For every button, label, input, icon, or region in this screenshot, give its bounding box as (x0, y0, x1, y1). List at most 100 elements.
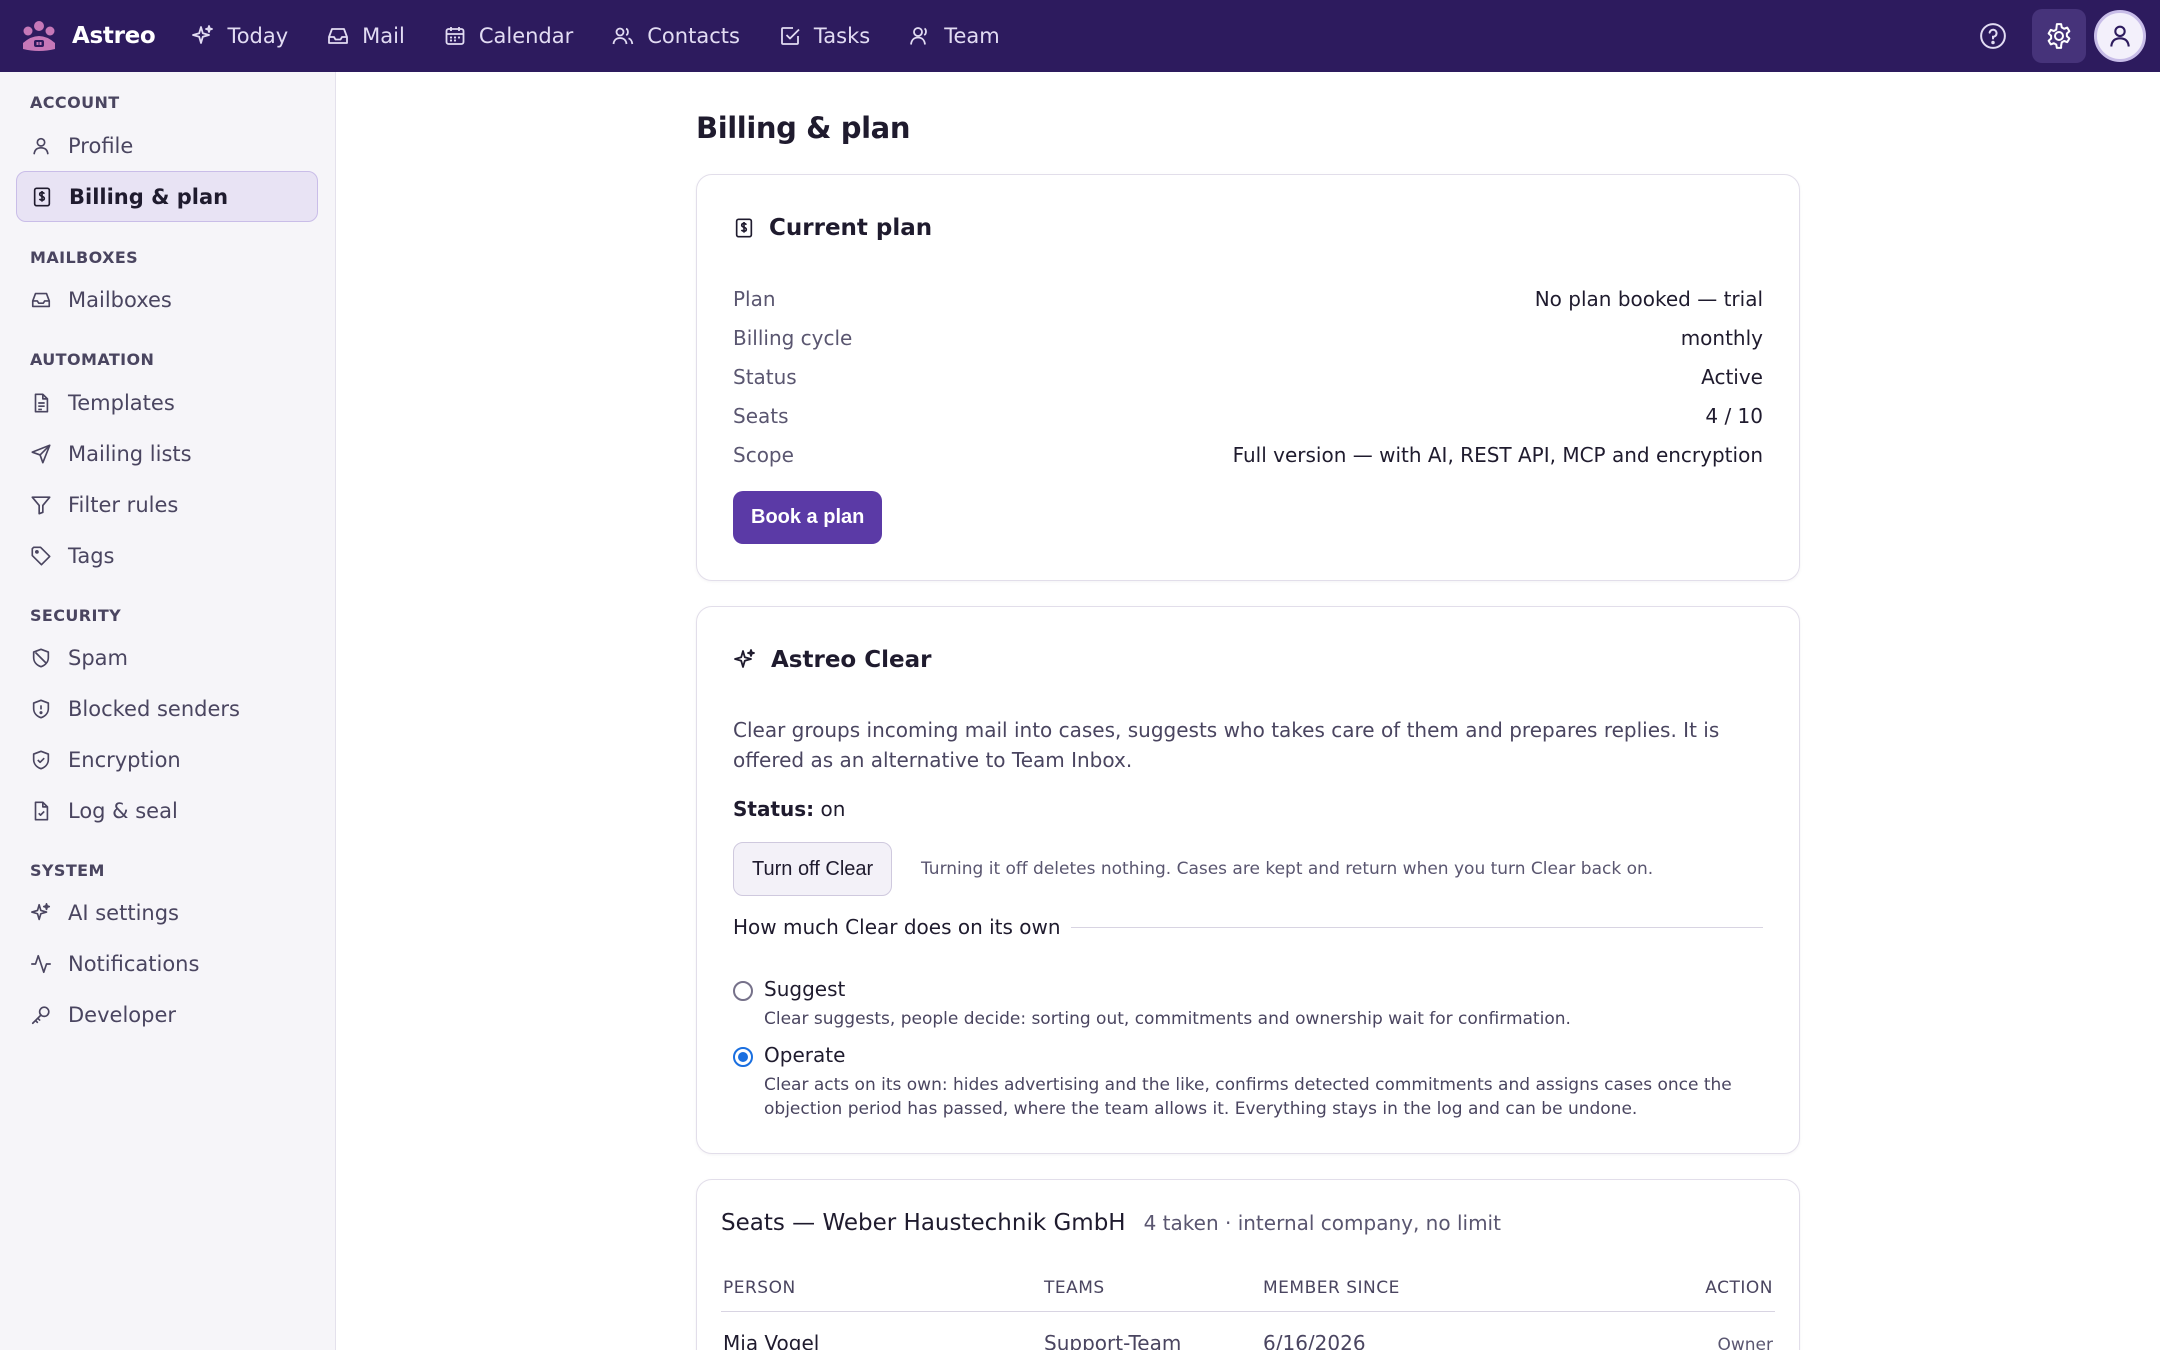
astreo-logo-icon (20, 17, 58, 55)
key-icon (31, 1005, 50, 1024)
nav-item-team[interactable]: Team (908, 0, 1000, 72)
main-nav: Today Mail Calendar Contacts Tasks Team (191, 0, 1037, 72)
nav-label-team: Team (944, 24, 1000, 48)
file-text-icon (34, 392, 49, 413)
operate-description: Clear acts on its own: hides advertising… (764, 1075, 1732, 1119)
status-value: Active (1701, 365, 1763, 389)
status-label: Status (733, 365, 797, 389)
sidebar-item-label: Mailboxes (68, 287, 172, 312)
user-avatar-button[interactable] (2094, 10, 2146, 62)
status-row: Status Active (733, 362, 1763, 392)
clear-toggle-hint: Turning it off deletes nothing. Cases ar… (921, 859, 1654, 879)
shield-check-icon (32, 749, 50, 770)
sidebar-item-mailing-lists[interactable]: Mailing lists (16, 428, 318, 479)
sparkle-icon (192, 25, 214, 44)
clear-description: Clear groups incoming mail into cases, s… (733, 718, 1720, 772)
suggest-radio[interactable] (733, 981, 753, 1001)
plan-label: Plan (733, 287, 776, 311)
sidebar-item-label: Log & seal (68, 798, 178, 823)
divider (1070, 926, 1763, 928)
seats-card: Seats — Weber Haustechnik GmbH 4 taken ·… (696, 1179, 1800, 1350)
astreo-clear-title: Astreo Clear (771, 647, 932, 673)
nav-label-contacts: Contacts (647, 24, 740, 48)
astreo-clear-card: Astreo Clear Clear groups incoming mail … (696, 606, 1800, 1154)
shield-off-icon (32, 647, 50, 668)
sidebar-item-label: Notifications (68, 951, 200, 976)
book-plan-button[interactable]: Book a plan (733, 491, 883, 544)
scope-value: Full version — with AI, REST API, MCP an… (1232, 443, 1763, 467)
user-icon (2110, 25, 2130, 47)
send-icon (31, 443, 51, 464)
teams-cell: Support-Team (1044, 1331, 1182, 1350)
sidebar-item-encryption[interactable]: Encryption (16, 734, 318, 785)
column-header-person: PERSON (723, 1278, 796, 1298)
sidebar-item-label: Billing & plan (69, 184, 229, 209)
brand-name: Astreo (72, 23, 156, 49)
column-header-member-since: MEMBER SINCE (1263, 1278, 1400, 1298)
nav-label-today: Today (227, 24, 289, 48)
operate-radio[interactable] (733, 1047, 753, 1067)
astreo-clear-header: Astreo Clear (733, 647, 931, 673)
sidebar-item-mailboxes[interactable]: Mailboxes (16, 274, 318, 325)
column-header-teams: TEAMS (1044, 1278, 1105, 1298)
clear-status-value: on (820, 797, 846, 821)
nav-item-today[interactable]: Today (191, 0, 288, 72)
top-navigation-bar: Astreo Today Mail Calendar Contacts Task… (0, 0, 2160, 72)
sidebar-item-filter-rules[interactable]: Filter rules (16, 479, 318, 530)
nav-item-calendar[interactable]: Calendar (443, 0, 573, 72)
nav-item-mail[interactable]: Mail (326, 0, 405, 72)
sidebar-item-label: Blocked senders (68, 696, 240, 721)
clear-mode-legend: How much Clear does on its own (733, 915, 1061, 939)
brand[interactable]: Astreo (20, 0, 156, 72)
section-title-mailboxes: MAILBOXES (30, 248, 139, 267)
nav-item-contacts[interactable]: Contacts (611, 0, 740, 72)
billing-icon (33, 186, 51, 207)
table-header-divider (721, 1311, 1775, 1312)
sparkle-icon (734, 649, 755, 668)
operate-label[interactable]: Operate (764, 1043, 845, 1067)
sidebar-item-tags[interactable]: Tags (16, 530, 318, 581)
file-check-icon (34, 800, 49, 821)
sidebar-item-notifications[interactable]: Notifications (16, 938, 318, 989)
billing-cycle-row: Billing cycle monthly (733, 323, 1763, 353)
section-title-security: SECURITY (30, 606, 122, 625)
seats-value: 4 / 10 (1705, 404, 1763, 428)
sidebar-item-label: Templates (68, 390, 175, 415)
sidebar-item-label: Encryption (68, 747, 181, 772)
sidebar-item-spam[interactable]: Spam (16, 632, 318, 683)
section-title-system: SYSTEM (30, 861, 105, 880)
current-plan-card: Current plan Plan No plan booked — trial… (696, 174, 1800, 581)
clear-status: Status: on (733, 797, 845, 821)
sidebar-item-label: AI settings (68, 900, 179, 925)
sidebar-item-profile[interactable]: Profile (16, 120, 318, 171)
user-icon (33, 137, 49, 154)
gear-icon (2047, 23, 2071, 49)
sidebar-item-billing-plan[interactable]: Billing & plan (16, 171, 318, 222)
billing-icon (735, 218, 753, 238)
section-title-automation: AUTOMATION (30, 350, 155, 369)
sidebar-item-blocked-senders[interactable]: Blocked senders (16, 683, 318, 734)
sidebar-item-developer[interactable]: Developer (16, 989, 318, 1040)
sidebar-item-label: Mailing lists (68, 441, 192, 466)
suggest-label[interactable]: Suggest (764, 977, 845, 1001)
calendar-icon (445, 27, 465, 45)
current-plan-header: Current plan (733, 215, 932, 241)
clear-status-label: Status: (733, 797, 815, 821)
seats-header: Seats — Weber Haustechnik GmbH 4 taken ·… (721, 1210, 1501, 1236)
nav-item-tasks[interactable]: Tasks (778, 0, 870, 72)
contacts-icon (612, 27, 634, 45)
nav-label-calendar: Calendar (478, 24, 574, 48)
help-button[interactable] (1966, 9, 2020, 63)
filter-icon (31, 495, 51, 515)
seats-label: Seats (733, 404, 789, 428)
sidebar-item-ai-settings[interactable]: AI settings (16, 887, 318, 938)
help-circle-icon (1980, 23, 2006, 49)
clear-mode-fieldset: How much Clear does on its own (733, 915, 1763, 939)
settings-button[interactable] (2032, 9, 2086, 63)
action-cell: Owner (1717, 1335, 1773, 1350)
sidebar-item-log-seal[interactable]: Log & seal (16, 785, 318, 836)
plan-value: No plan booked — trial (1534, 287, 1763, 311)
turn-off-clear-button[interactable]: Turn off Clear (733, 842, 893, 896)
seats-row: Seats 4 / 10 (733, 401, 1763, 431)
sidebar-item-templates[interactable]: Templates (16, 377, 318, 428)
